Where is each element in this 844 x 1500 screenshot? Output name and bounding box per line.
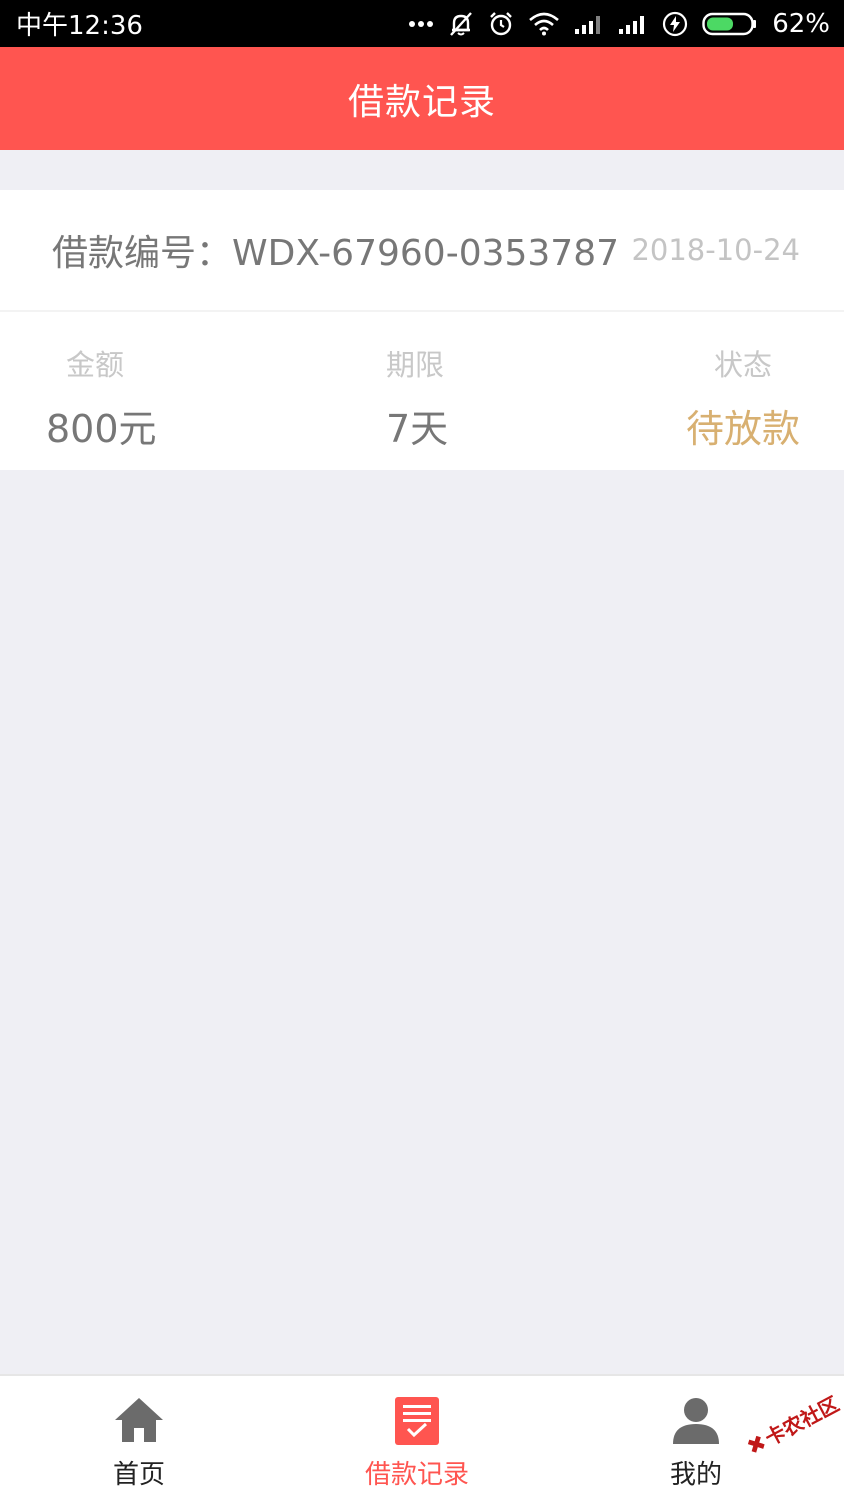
- status-column: 状态 待放款: [600, 312, 800, 470]
- bottom-tab-bar: 首页 借款记录 我的: [0, 1374, 844, 1500]
- bell-off-icon: [448, 11, 474, 37]
- battery-icon: [702, 12, 758, 36]
- more-dots-icon: [408, 20, 434, 28]
- status-badge: 待放款: [685, 407, 800, 451]
- battery-percent: 62%: [772, 8, 830, 39]
- status-label: 状态: [713, 348, 772, 382]
- amount-value: 800元: [46, 407, 157, 451]
- term-column: 期限 7天: [386, 312, 586, 470]
- amount-label: 金额: [66, 348, 125, 382]
- status-time: 中午12:36: [16, 11, 143, 41]
- tab-home[interactable]: 首页: [39, 1376, 239, 1500]
- term-label: 期限: [386, 348, 445, 382]
- tab-home-label: 首页: [112, 1460, 165, 1490]
- loan-number: 借款编号：WDX-67960-0353787: [52, 233, 620, 274]
- loan-date: 2018-10-24: [631, 233, 800, 267]
- page-title: 借款记录: [347, 81, 496, 123]
- amount-column: 金额 800元: [46, 312, 246, 470]
- record-list-icon: [394, 1396, 440, 1450]
- signal-icon: [618, 13, 648, 35]
- tab-mine-label: 我的: [669, 1460, 722, 1490]
- charging-icon: [662, 11, 688, 37]
- status-bar: 中午12:36 62%: [0, 0, 844, 47]
- status-icons: 62%: [408, 9, 830, 39]
- loan-record-details[interactable]: 金额 800元 期限 7天 状态 待放款: [0, 312, 844, 470]
- signal-icon: [574, 13, 604, 35]
- home-icon: [114, 1396, 164, 1448]
- term-value: 7天: [386, 407, 449, 451]
- alarm-icon: [488, 11, 514, 37]
- user-icon: [671, 1396, 721, 1450]
- tab-loan-records-label: 借款记录: [364, 1460, 469, 1490]
- wifi-icon: [528, 12, 560, 36]
- tab-loan-records[interactable]: 借款记录: [317, 1376, 517, 1500]
- app-header: 借款记录: [0, 47, 844, 150]
- loan-record-header[interactable]: 借款编号：WDX-67960-0353787 2018-10-24: [0, 190, 844, 310]
